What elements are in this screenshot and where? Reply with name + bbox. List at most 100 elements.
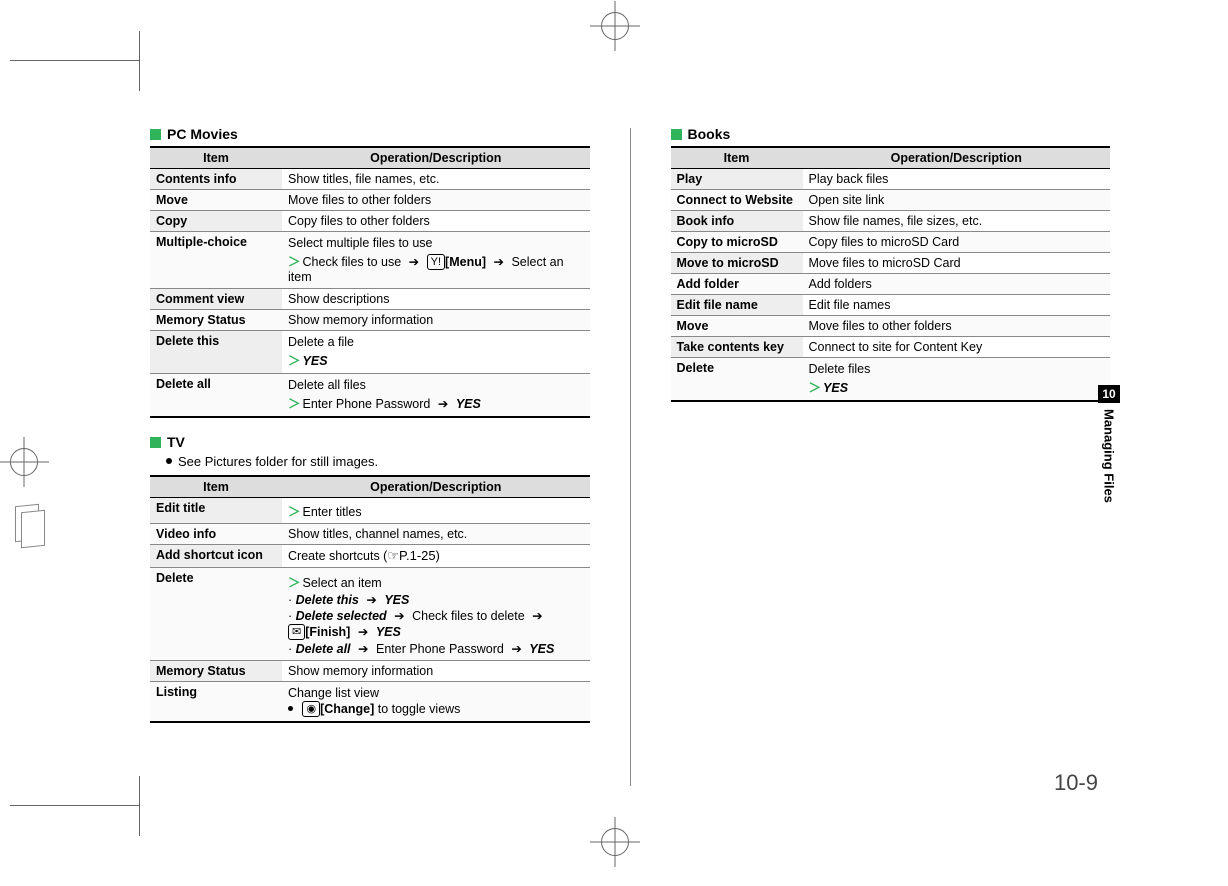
side-tab: 10 Managing Files	[1098, 385, 1120, 503]
item-desc: Add folders	[803, 274, 1111, 295]
item-desc: Copy files to microSD Card	[803, 232, 1111, 253]
menu-key-icon: Y!	[427, 254, 445, 270]
item-label: Delete	[150, 568, 282, 661]
item-desc: Move files to microSD Card	[803, 253, 1111, 274]
item-label: Copy to microSD	[671, 232, 803, 253]
item-desc: Delete a file ＞YES	[282, 331, 590, 374]
desc-line: ＞Enter Phone Password ➔ YES	[288, 393, 584, 412]
item-label: Memory Status	[150, 661, 282, 682]
item-desc: ＞Select an item · Delete this ➔ YES · De…	[282, 568, 590, 661]
item-desc: Select multiple files to use ＞Check file…	[282, 232, 590, 289]
arrow-icon: ➔	[494, 255, 504, 269]
crop-mark	[10, 60, 140, 101]
chevron-icon: ＞	[288, 354, 301, 368]
square-bullet-icon	[671, 129, 682, 140]
col-item: Item	[671, 147, 803, 169]
yes-text: YES	[384, 593, 409, 607]
desc-line: ＞Check files to use ➔ Y![Menu] ➔ Select …	[288, 251, 584, 284]
item-label: Video info	[150, 524, 282, 545]
item-label: Connect to Website	[671, 190, 803, 211]
item-label: Delete	[671, 358, 803, 402]
square-bullet-icon	[150, 437, 161, 448]
item-desc: Edit file names	[803, 295, 1111, 316]
item-desc: Show descriptions	[282, 289, 590, 310]
cross-ref: ☞P.1-25	[387, 548, 435, 563]
desc-line: Delete files	[809, 362, 1105, 376]
item-label: Add shortcut icon	[150, 545, 282, 568]
registration-mark-icon	[10, 448, 38, 476]
item-label: Delete this	[150, 331, 282, 374]
yes-text: YES	[376, 625, 401, 639]
page-number: 10-9	[1054, 770, 1098, 796]
item-desc: Show memory information	[282, 310, 590, 331]
item-desc: Create shortcuts (☞P.1-25)	[282, 545, 590, 568]
item-desc: Copy files to other folders	[282, 211, 590, 232]
item-label: Listing	[150, 682, 282, 723]
item-label: Move to microSD	[671, 253, 803, 274]
books-heading: Books	[671, 126, 1111, 142]
item-label: Book info	[671, 211, 803, 232]
column-divider	[630, 128, 631, 786]
chevron-icon: ＞	[288, 397, 301, 411]
item-desc: Show memory information	[282, 661, 590, 682]
item-label: Move	[150, 190, 282, 211]
tv-table: Item Operation/Description Edit title ＞E…	[150, 475, 590, 723]
yes-text: YES	[303, 354, 328, 368]
item-label: Comment view	[150, 289, 282, 310]
pc-movies-heading: PC Movies	[150, 126, 590, 142]
item-label: Multiple-choice	[150, 232, 282, 289]
crop-mark	[10, 805, 140, 806]
bullet-icon	[166, 458, 172, 464]
col-desc: Operation/Description	[282, 147, 590, 169]
item-label: Edit title	[150, 498, 282, 524]
col-desc: Operation/Description	[282, 476, 590, 498]
item-label: Copy	[150, 211, 282, 232]
registration-mark-icon	[601, 12, 629, 40]
books-table: Item Operation/Description Play Play bac…	[671, 146, 1111, 402]
item-label: Delete all	[150, 374, 282, 418]
arrow-icon: ➔	[511, 642, 521, 656]
mail-key-icon: ✉	[288, 624, 305, 640]
heading-text: Books	[688, 126, 731, 142]
item-label: Edit file name	[671, 295, 803, 316]
col-desc: Operation/Description	[803, 147, 1111, 169]
right-column: Books Item Operation/Description Play Pl…	[671, 120, 1111, 806]
item-desc: Change list view ◉[Change] to toggle vie…	[282, 682, 590, 723]
item-label: Memory Status	[150, 310, 282, 331]
item-label: Contents info	[150, 169, 282, 190]
camera-key-icon: ◉	[302, 701, 320, 717]
arrow-icon: ➔	[358, 625, 368, 639]
chevron-icon: ＞	[288, 255, 301, 269]
arrow-icon: ➔	[438, 397, 448, 411]
heading-text: PC Movies	[167, 126, 238, 142]
book-icon	[15, 505, 39, 541]
change-label: [Change]	[320, 702, 374, 716]
item-desc: Delete files ＞YES	[803, 358, 1111, 402]
item-desc: Show titles, channel names, etc.	[282, 524, 590, 545]
item-label: Move	[671, 316, 803, 337]
arrow-icon: ➔	[358, 642, 368, 656]
pc-movies-table: Item Operation/Description Contents info…	[150, 146, 590, 418]
item-desc: Connect to site for Content Key	[803, 337, 1111, 358]
bullet-icon	[288, 706, 293, 711]
yes-text: YES	[529, 642, 554, 656]
desc-line: Change list view	[288, 686, 584, 700]
yes-text: YES	[823, 381, 848, 395]
square-bullet-icon	[150, 129, 161, 140]
arrow-icon: ➔	[366, 593, 376, 607]
item-desc: Delete all files ＞Enter Phone Password ➔…	[282, 374, 590, 418]
registration-mark-icon	[601, 828, 629, 856]
yes-text: YES	[456, 397, 481, 411]
chapter-title: Managing Files	[1102, 409, 1117, 503]
chevron-icon: ＞	[809, 381, 822, 395]
desc-line: Select multiple files to use	[288, 236, 584, 250]
item-desc: Show file names, file sizes, etc.	[803, 211, 1111, 232]
item-label: Take contents key	[671, 337, 803, 358]
chapter-number: 10	[1098, 385, 1120, 403]
item-desc: Play back files	[803, 169, 1111, 190]
menu-label: [Menu]	[445, 255, 486, 269]
finish-label: [Finish]	[305, 625, 350, 639]
item-desc: Open site link	[803, 190, 1111, 211]
arrow-icon: ➔	[532, 609, 542, 623]
desc-line: ＞YES	[288, 350, 584, 369]
